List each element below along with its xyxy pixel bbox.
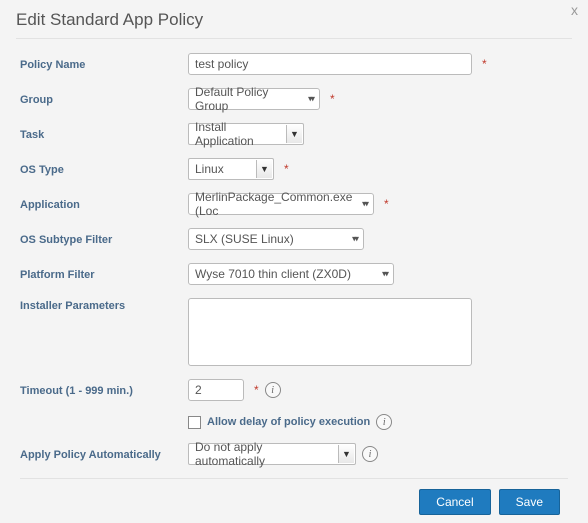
chevron-down-icon: ▾▾ — [362, 199, 367, 210]
row-allow-delay: Allow delay of policy execution i — [20, 414, 568, 430]
task-select[interactable]: Install Application ▼ — [188, 123, 304, 145]
application-select-value: MerlinPackage_Common.exe (Loc — [195, 190, 352, 218]
application-select[interactable]: MerlinPackage_Common.exe (Loc ▾▾ — [188, 193, 374, 215]
label-spacer — [20, 421, 188, 423]
label-task: Task — [20, 127, 188, 141]
os-subtype-select[interactable]: SLX (SUSE Linux) ▾▾ — [188, 228, 364, 250]
row-os-type: OS Type Linux ▼ * — [20, 158, 568, 180]
row-platform: Platform Filter Wyse 7010 thin client (Z… — [20, 263, 568, 285]
label-installer: Installer Parameters — [20, 298, 188, 312]
installer-params-input[interactable] — [188, 298, 472, 366]
chevron-down-icon: ▼ — [338, 445, 354, 463]
chevron-down-icon: ▾▾ — [308, 94, 313, 105]
os-subtype-select-value: SLX (SUSE Linux) — [195, 232, 294, 246]
required-icon: * — [482, 57, 487, 71]
apply-auto-select[interactable]: Do not apply automatically ▼ — [188, 443, 356, 465]
task-select-value: Install Application — [195, 120, 281, 148]
os-type-select[interactable]: Linux ▼ — [188, 158, 274, 180]
info-icon[interactable]: i — [265, 382, 281, 398]
required-icon: * — [330, 92, 335, 106]
chevron-down-icon: ▼ — [286, 125, 302, 143]
row-timeout: Timeout (1 - 999 min.) * i — [20, 379, 568, 401]
label-os-type: OS Type — [20, 162, 188, 176]
label-apply-auto: Apply Policy Automatically — [20, 447, 188, 461]
info-icon[interactable]: i — [376, 414, 392, 430]
row-installer: Installer Parameters — [20, 298, 568, 366]
footer: Cancel Save — [20, 489, 568, 523]
group-select-value: Default Policy Group — [195, 85, 297, 113]
chevron-down-icon: ▼ — [256, 160, 272, 178]
row-group: Group Default Policy Group ▾▾ * — [20, 88, 568, 110]
label-os-subtype: OS Subtype Filter — [20, 232, 188, 246]
row-os-subtype: OS Subtype Filter SLX (SUSE Linux) ▾▾ — [20, 228, 568, 250]
dialog: Edit Standard App Policy Policy Name * G… — [0, 0, 588, 523]
row-task: Task Install Application ▼ — [20, 123, 568, 145]
allow-delay-label: Allow delay of policy execution — [207, 416, 370, 428]
close-icon[interactable]: x — [571, 2, 578, 18]
policy-name-input[interactable] — [188, 53, 472, 75]
os-type-select-value: Linux — [195, 162, 224, 176]
dialog-title: Edit Standard App Policy — [16, 8, 572, 39]
label-application: Application — [20, 197, 188, 211]
platform-select[interactable]: Wyse 7010 thin client (ZX0D) ▾▾ — [188, 263, 394, 285]
divider — [20, 478, 568, 479]
label-policy-name: Policy Name — [20, 57, 188, 71]
save-button[interactable]: Save — [499, 489, 560, 515]
label-platform: Platform Filter — [20, 267, 188, 281]
label-timeout: Timeout (1 - 999 min.) — [20, 383, 188, 397]
label-group: Group — [20, 92, 188, 106]
platform-select-value: Wyse 7010 thin client (ZX0D) — [195, 267, 351, 281]
required-icon: * — [254, 383, 259, 397]
info-icon[interactable]: i — [362, 446, 378, 462]
row-application: Application MerlinPackage_Common.exe (Lo… — [20, 193, 568, 215]
form: Policy Name * Group Default Policy Group… — [16, 53, 572, 523]
group-select[interactable]: Default Policy Group ▾▾ — [188, 88, 320, 110]
cancel-button[interactable]: Cancel — [419, 489, 490, 515]
required-icon: * — [384, 197, 389, 211]
chevron-down-icon: ▾▾ — [352, 234, 357, 245]
allow-delay-checkbox[interactable] — [188, 416, 201, 429]
required-icon: * — [284, 162, 289, 176]
timeout-input[interactable] — [188, 379, 244, 401]
chevron-down-icon: ▾▾ — [382, 269, 387, 280]
row-policy-name: Policy Name * — [20, 53, 568, 75]
apply-auto-select-value: Do not apply automatically — [195, 440, 333, 468]
row-apply-auto: Apply Policy Automatically Do not apply … — [20, 443, 568, 465]
